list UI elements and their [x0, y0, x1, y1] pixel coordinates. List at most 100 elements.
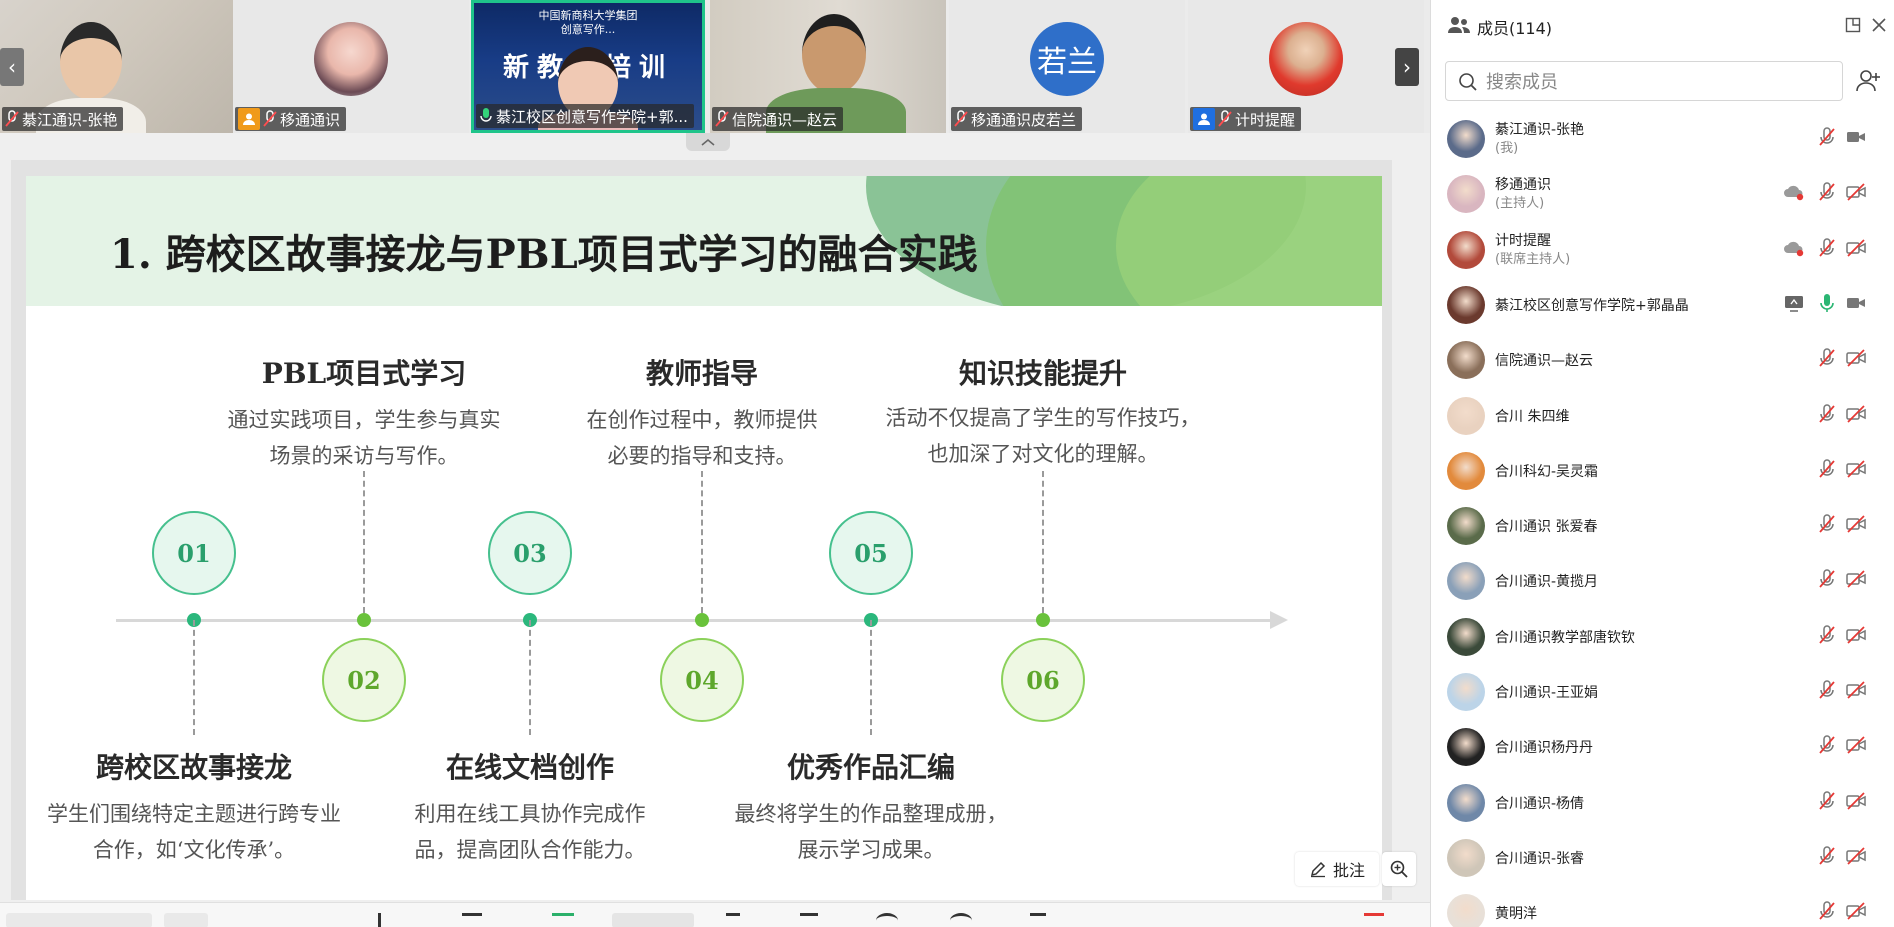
- mic-muted-icon[interactable]: [1816, 237, 1838, 259]
- camera-off-icon[interactable]: [1845, 790, 1867, 812]
- member-row[interactable]: 合川通识 张爱春: [1431, 497, 1894, 552]
- video-tile-yitong[interactable]: 移通通识: [233, 0, 469, 133]
- member-row[interactable]: 合川通识-王亚娟: [1431, 663, 1894, 718]
- camera-off-icon[interactable]: [1845, 403, 1867, 425]
- member-row[interactable]: 移通通识 (主持人): [1431, 165, 1894, 220]
- step-number: 03: [488, 511, 572, 595]
- camera-icon[interactable]: [462, 913, 482, 927]
- invite-member-icon[interactable]: [1855, 68, 1881, 94]
- scroll-left-button[interactable]: ‹: [0, 48, 24, 86]
- member-avatar: [1447, 838, 1485, 877]
- member-row[interactable]: 合川通识杨丹丹: [1431, 718, 1894, 773]
- member-search[interactable]: [1445, 61, 1843, 101]
- record-icon[interactable]: [800, 913, 818, 927]
- slide: 1. 跨校区故事接龙与PBL项目式学习的融合实践 01 02 03 04 05 …: [26, 176, 1382, 900]
- more-icon[interactable]: [1030, 913, 1046, 927]
- camera-off-icon[interactable]: [1845, 237, 1867, 259]
- member-name: 合川通识教学部唐钦钦: [1495, 629, 1635, 646]
- slide-title: 1. 跨校区故事接龙与PBL项目式学习的融合实践: [110, 231, 978, 278]
- timeline-dot: [357, 613, 371, 627]
- decor-circle: [1116, 176, 1382, 306]
- camera-off-icon[interactable]: [1845, 347, 1867, 369]
- member-row[interactable]: 合川通识-黄揽月: [1431, 552, 1894, 607]
- mic-muted-icon[interactable]: [1816, 126, 1838, 148]
- mic-muted-icon[interactable]: [1816, 568, 1838, 590]
- video-tile-piruolan[interactable]: 若兰 移通通识皮若兰: [949, 0, 1185, 133]
- share-icon[interactable]: [552, 913, 574, 927]
- pen-icon: [1310, 861, 1326, 878]
- video-tile-active-speaker[interactable]: 中国新商科大学集团 创意写作... 新教师培训 綦江校区创意写作学院+郭...: [471, 0, 705, 133]
- member-avatar: [1447, 673, 1485, 711]
- member-row[interactable]: 合川通识教学部唐钦钦: [1431, 608, 1894, 663]
- participant-face: [60, 22, 122, 100]
- member-row[interactable]: 合川 朱四维: [1431, 387, 1894, 442]
- mic-muted-icon[interactable]: [1816, 403, 1838, 425]
- camera-off-icon[interactable]: [1845, 568, 1867, 590]
- mic-icon[interactable]: [378, 913, 396, 927]
- tile-name-text: 移通通识皮若兰: [971, 110, 1077, 129]
- member-row[interactable]: 綦江通识-张艳 (我): [1431, 110, 1894, 165]
- toolbar-item[interactable]: [6, 913, 152, 927]
- video-tile-timer[interactable]: 计时提醒: [1188, 0, 1424, 133]
- member-row[interactable]: 合川通识-杨倩: [1431, 774, 1894, 829]
- member-row[interactable]: 黄明洋: [1431, 884, 1894, 927]
- tile-name-label: 移通通识: [235, 107, 347, 131]
- toolbar-item[interactable]: [164, 913, 208, 927]
- annotate-label: 批注: [1332, 861, 1365, 880]
- video-tile-zhaoyun[interactable]: 信院通识—赵云: [710, 0, 946, 133]
- annotate-button[interactable]: 批注: [1295, 852, 1379, 886]
- step-description: 最终将学生的作品整理成册，展示学习成果。: [734, 802, 1008, 862]
- tile-name-text: 移通通识: [280, 110, 341, 129]
- zoom-button[interactable]: [1382, 852, 1416, 886]
- scroll-right-button[interactable]: ›: [1395, 48, 1419, 86]
- member-row[interactable]: 计时提醒 (联席主持人): [1431, 221, 1894, 276]
- popout-icon[interactable]: [1845, 17, 1861, 33]
- mic-active-icon[interactable]: [1816, 292, 1838, 314]
- camera-on-icon[interactable]: [1845, 126, 1867, 148]
- step-number: 05: [829, 511, 913, 595]
- leave-icon[interactable]: [1364, 913, 1384, 927]
- video-tile-zhangyan[interactable]: 綦江通识-张艳: [0, 0, 236, 133]
- member-row[interactable]: 綦江校区创意写作学院+郭晶晶: [1431, 276, 1894, 331]
- mic-muted-icon[interactable]: [1816, 734, 1838, 756]
- collapse-strip-button[interactable]: [686, 133, 730, 151]
- close-icon[interactable]: [1871, 17, 1887, 33]
- camera-off-icon[interactable]: [1845, 845, 1867, 867]
- mic-muted-icon[interactable]: [1816, 679, 1838, 701]
- cloud-record-icon: [1784, 186, 1804, 201]
- camera-off-icon[interactable]: [1845, 734, 1867, 756]
- mic-muted-icon[interactable]: [1816, 624, 1838, 646]
- apps-icon[interactable]: [876, 913, 898, 927]
- member-avatar: [1447, 728, 1485, 767]
- mic-muted-icon[interactable]: [1816, 790, 1838, 812]
- member-row[interactable]: 合川通识-张睿: [1431, 829, 1894, 884]
- mic-muted-icon[interactable]: [1816, 347, 1838, 369]
- zoom-in-icon: [1390, 860, 1408, 878]
- camera-off-icon[interactable]: [1845, 624, 1867, 646]
- member-avatar: [1447, 230, 1485, 269]
- camera-off-icon[interactable]: [1845, 181, 1867, 203]
- mic-muted-icon[interactable]: [1816, 181, 1838, 203]
- settings-icon[interactable]: [950, 913, 972, 927]
- camera-off-icon[interactable]: [1845, 513, 1867, 535]
- member-name: 合川 朱四维: [1495, 408, 1570, 425]
- banner-text: 中国新商科大学集团 创意写作...: [538, 9, 638, 36]
- camera-on-icon[interactable]: [1845, 292, 1867, 314]
- member-row[interactable]: 信院通识—赵云: [1431, 331, 1894, 386]
- camera-off-icon[interactable]: [1845, 900, 1867, 922]
- chat-icon[interactable]: [726, 913, 740, 927]
- mic-muted-icon[interactable]: [1816, 845, 1838, 867]
- members-panel-title: 成员(114): [1477, 19, 1553, 38]
- member-row[interactable]: 合川科幻-吴灵霜: [1431, 442, 1894, 497]
- mic-muted-icon[interactable]: [1816, 513, 1838, 535]
- dashed-connector: [1042, 471, 1044, 613]
- camera-off-icon[interactable]: [1845, 679, 1867, 701]
- members-icon[interactable]: [612, 913, 694, 927]
- member-name: 合川通识-张睿: [1495, 850, 1585, 867]
- dashed-connector: [870, 620, 872, 735]
- mic-muted-icon[interactable]: [1816, 458, 1838, 480]
- member-search-input[interactable]: [1486, 70, 1826, 94]
- member-avatar: [1447, 396, 1485, 435]
- camera-off-icon[interactable]: [1845, 458, 1867, 480]
- mic-muted-icon[interactable]: [1816, 900, 1838, 922]
